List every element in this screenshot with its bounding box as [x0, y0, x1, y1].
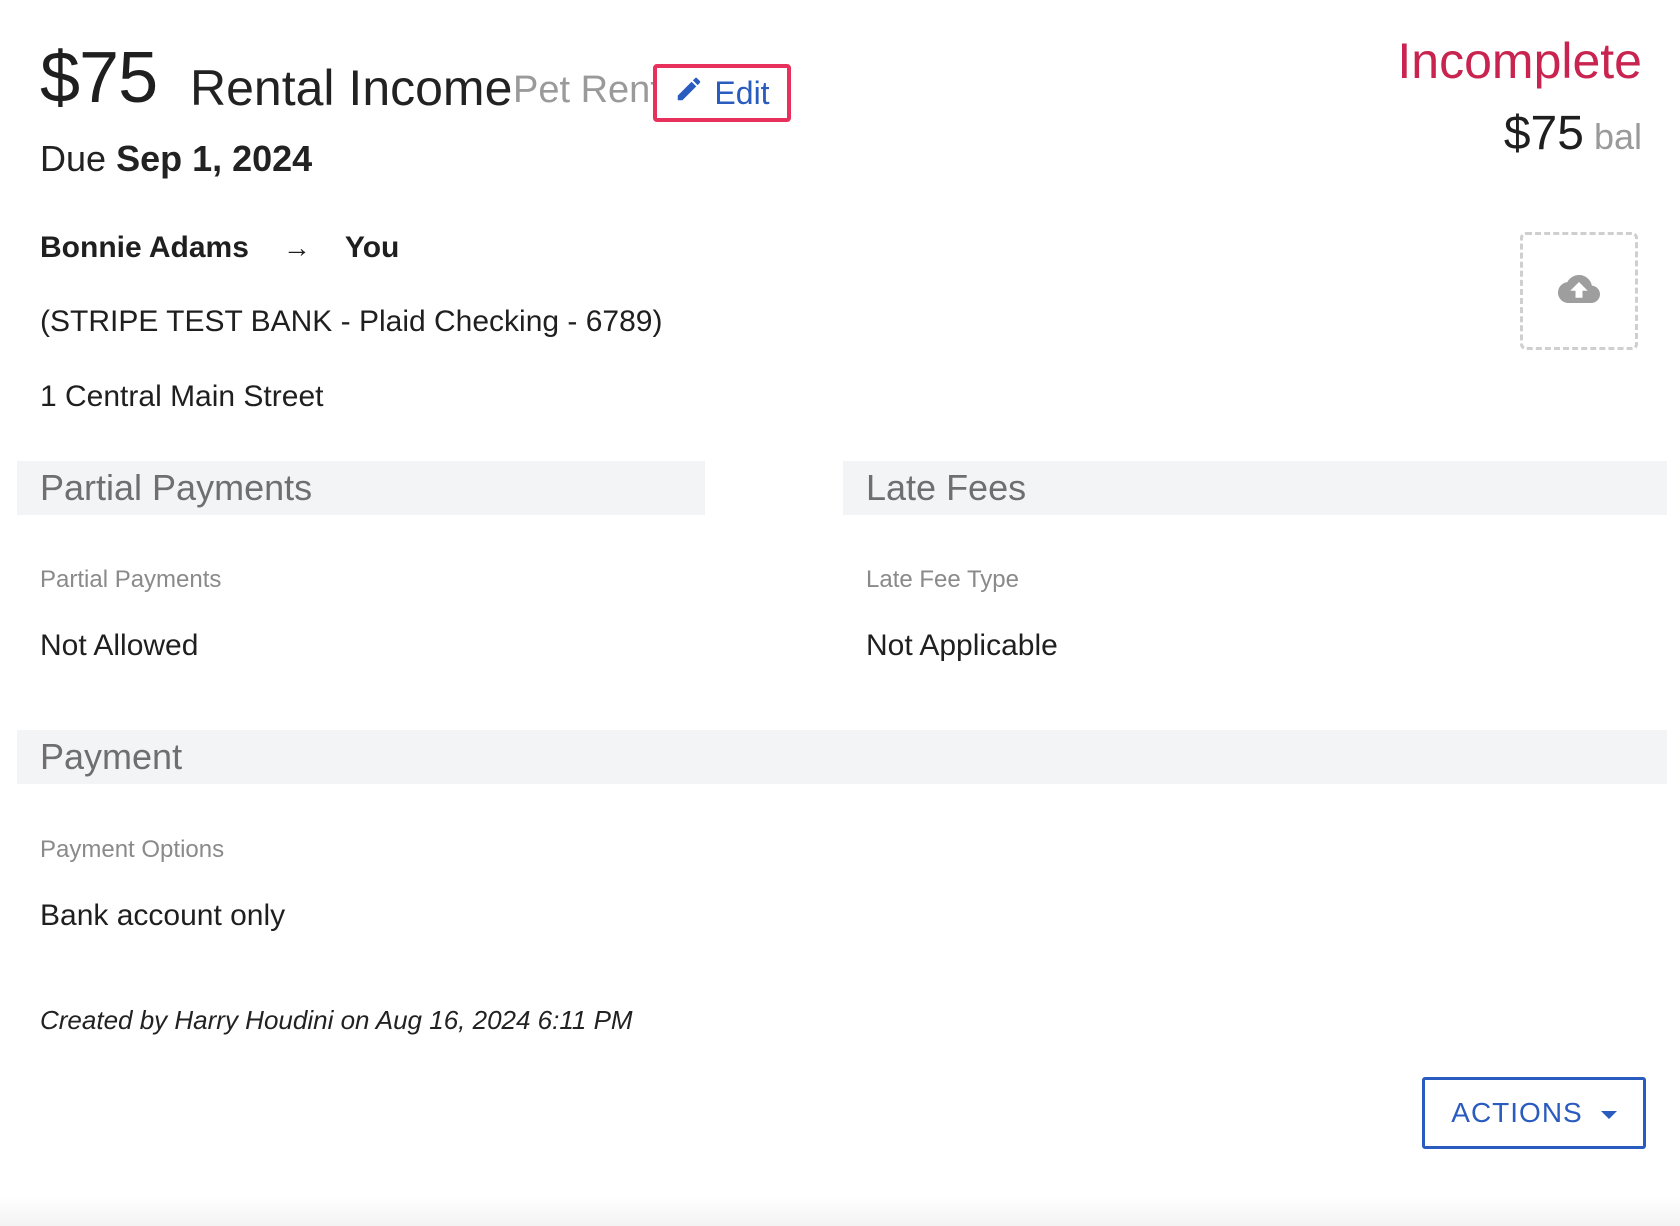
property-address: 1 Central Main Street: [40, 380, 324, 413]
actions-label: ACTIONS: [1451, 1097, 1583, 1128]
pencil-icon: [674, 74, 704, 112]
section-header-partial-payments: Partial Payments: [17, 461, 705, 515]
due-prefix: Due: [40, 138, 107, 179]
bottom-shadow: [0, 1196, 1680, 1226]
status-badge: Incomplete: [1397, 33, 1642, 89]
edit-button-label: Edit: [714, 74, 770, 111]
due-date-value: Sep 1, 2024: [116, 138, 313, 179]
actions-dropdown-button[interactable]: ACTIONS: [1422, 1077, 1646, 1149]
bank-account: (STRIPE TEST BANK - Plaid Checking - 678…: [40, 305, 663, 338]
payer-name: Bonnie Adams: [40, 231, 249, 264]
arrow-right-icon: →: [282, 232, 311, 263]
payment-options-label: Payment Options: [40, 836, 225, 863]
balance-suffix: bal: [1593, 116, 1642, 157]
late-fee-type-value: Not Applicable: [866, 629, 1058, 662]
balance-amount: $75: [1503, 107, 1584, 160]
section-header-payment: Payment: [17, 730, 1667, 784]
caret-down-icon: [1600, 1111, 1617, 1119]
upload-attachment-button[interactable]: [1520, 232, 1638, 350]
charge-title: Rental Income: [190, 60, 513, 116]
charge-category: Pet Rent: [513, 69, 661, 111]
payer-payee: Bonnie Adams → You: [40, 228, 399, 268]
payee-name: You: [344, 231, 400, 264]
due-date: Due Sep 1, 2024: [40, 136, 312, 182]
section-header-late-fees: Late Fees: [843, 461, 1667, 515]
balance: $75 bal: [1504, 104, 1642, 167]
edit-button[interactable]: Edit: [653, 64, 791, 122]
charge-amount: $75: [40, 38, 158, 118]
created-by-note: Created by Harry Houdini on Aug 16, 2024…: [40, 1005, 633, 1035]
payment-options-value: Bank account only: [40, 899, 286, 932]
cloud-upload-icon: [1558, 268, 1600, 315]
late-fee-type-label: Late Fee Type: [866, 566, 1019, 593]
partial-payments-label: Partial Payments: [40, 566, 222, 593]
partial-payments-value: Not Allowed: [40, 629, 199, 662]
